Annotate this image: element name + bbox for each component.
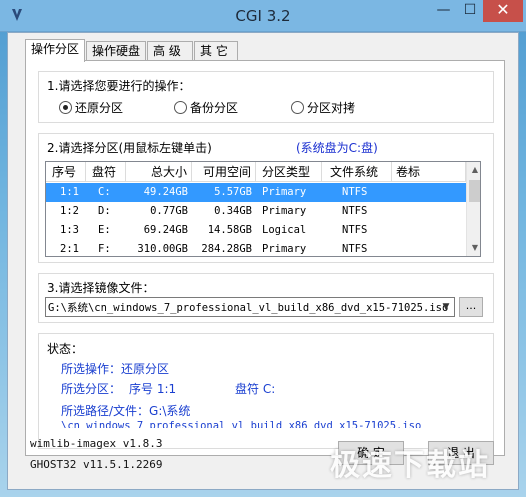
status-label: 状态：: [47, 342, 84, 356]
partition-list[interactable]: 序号 盘符 总大小 可用空间 分区类型 文件系统 卷标 1:1 C: 49.24GB…: [45, 161, 481, 257]
cell-label: [392, 202, 466, 221]
partition-label: 2.请选择分区(用鼠标左键单击): [47, 141, 212, 155]
table-row[interactable]: 1:3 E: 69.24GB 14.58GB Logical NTFS: [46, 221, 466, 240]
scroll-down-icon[interactable]: ▼: [467, 240, 480, 256]
cell-fs: NTFS: [342, 186, 368, 198]
radio-backup[interactable]: 备份分区: [174, 99, 238, 116]
image-label: 3.请选择镜像文件：: [47, 281, 155, 295]
status-path: 所选路径/文件：G:\系统: [61, 404, 191, 418]
tab-panel: 1.请选择您要进行的操作： 还原分区 备份分区 分区对拷 2.请选择分区(用鼠标…: [25, 60, 505, 456]
image-path-combo[interactable]: G:\系统\cn_windows_7_professional_vl_build…: [45, 297, 455, 317]
status-operation: 所选操作：还原分区: [61, 362, 170, 376]
table-row[interactable]: 1:2 D: 0.77GB 0.34GB Primary NTFS: [46, 202, 466, 221]
cell-fs: NTFS: [342, 243, 368, 255]
cell-fs: NTFS: [342, 205, 368, 217]
radio-checked-icon: [59, 101, 72, 114]
cell-drive: C:: [98, 186, 111, 198]
tab-disk[interactable]: 操作硬盘: [86, 41, 146, 61]
status-drive: 盘符 C:: [235, 382, 276, 396]
partition-group: 2.请选择分区(用鼠标左键单击) (系统盘为C:盘) 序号 盘符 总大小 可用空…: [38, 133, 494, 263]
col-drive[interactable]: 盘符: [86, 162, 126, 182]
cell-total: 310.00GB: [137, 243, 188, 255]
table-row[interactable]: 1:1 C: 49.24GB 5.57GB Primary NTFS: [46, 183, 466, 202]
operation-label: 1.请选择您要进行的操作：: [47, 79, 191, 93]
cell-free: 14.58GB: [207, 224, 252, 236]
scroll-up-icon[interactable]: ▲: [467, 162, 480, 178]
cell-no: 1:1: [60, 186, 79, 198]
col-no[interactable]: 序号: [46, 162, 86, 182]
cell-drive: D:: [98, 205, 111, 217]
browse-button[interactable]: ...: [459, 297, 483, 317]
status-partition-value: 序号 1:1: [129, 382, 177, 396]
tab-other[interactable]: 其 它: [194, 41, 238, 61]
cell-no: 1:3: [60, 224, 79, 236]
wimlib-version: wimlib-imagex v1.8.3: [30, 437, 163, 450]
cell-type: Logical: [262, 224, 307, 236]
cell-total: 0.77GB: [150, 205, 188, 217]
tab-advanced[interactable]: 高 级: [147, 41, 193, 61]
operation-group: 1.请选择您要进行的操作： 还原分区 备份分区 分区对拷: [38, 71, 494, 123]
cell-fs: NTFS: [342, 224, 368, 236]
cell-type: Primary: [262, 205, 307, 217]
cell-free: 284.28GB: [201, 243, 252, 255]
cell-free: 5.57GB: [214, 186, 252, 198]
cell-drive: E:: [98, 224, 111, 236]
chevron-down-icon[interactable]: ▼: [438, 298, 454, 316]
cell-no: 2:1: [60, 243, 79, 255]
ghost-version: GHOST32 v11.5.1.2269: [30, 458, 163, 471]
scroll-thumb[interactable]: [469, 180, 480, 202]
cell-total: 49.24GB: [143, 186, 188, 198]
col-free[interactable]: 可用空间: [192, 162, 256, 182]
col-fs[interactable]: 文件系统: [322, 162, 392, 182]
client-area: 操作分区 操作硬盘 高 级 其 它 1.请选择您要进行的操作： 还原分区 备份分…: [7, 32, 519, 490]
cell-label: [392, 221, 466, 240]
image-path-value: G:\系统\cn_windows_7_professional_vl_build…: [48, 302, 449, 314]
cell-label: [392, 240, 466, 256]
cell-label: [392, 183, 466, 202]
radio-restore[interactable]: 还原分区: [59, 99, 123, 116]
maximize-button[interactable]: ☐: [457, 0, 483, 22]
cell-total: 69.24GB: [143, 224, 188, 236]
tab-partition[interactable]: 操作分区: [25, 39, 85, 62]
cell-drive: F:: [98, 243, 111, 255]
radio-unchecked-icon: [174, 101, 187, 114]
col-total[interactable]: 总大小: [126, 162, 192, 182]
system-disk-note: (系统盘为C:盘): [296, 141, 378, 155]
status-group: 状态： 所选操作：还原分区 所选分区： 序号 1:1 盘符 C: 所选路径/文件…: [38, 333, 494, 449]
list-header: 序号 盘符 总大小 可用空间 分区类型 文件系统 卷标: [46, 162, 466, 182]
minimize-button[interactable]: —: [430, 0, 457, 22]
radio-unchecked-icon: [291, 101, 304, 114]
image-group: 3.请选择镜像文件： G:\系统\cn_windows_7_profession…: [38, 273, 494, 323]
cell-free: 0.34GB: [214, 205, 252, 217]
list-scrollbar[interactable]: ▲ ▼: [466, 162, 480, 256]
title-bar: CGI 3.2 — ☐ ✕: [0, 0, 526, 32]
cell-no: 1:2: [60, 205, 79, 217]
radio-copy[interactable]: 分区对拷: [291, 99, 355, 116]
col-label[interactable]: 卷标: [392, 162, 466, 182]
col-type[interactable]: 分区类型: [256, 162, 322, 182]
cell-type: Primary: [262, 243, 307, 255]
watermark-logo: 极速下载站: [330, 448, 490, 483]
table-row[interactable]: 2:1 F: 310.00GB 284.28GB Primary NTFS: [46, 240, 466, 256]
close-button[interactable]: ✕: [483, 0, 523, 22]
cell-type: Primary: [262, 186, 307, 198]
status-path-cont: \cn_windows_7_professional_vl_build_x86_…: [61, 420, 422, 428]
status-partition-label: 所选分区：: [61, 382, 122, 396]
